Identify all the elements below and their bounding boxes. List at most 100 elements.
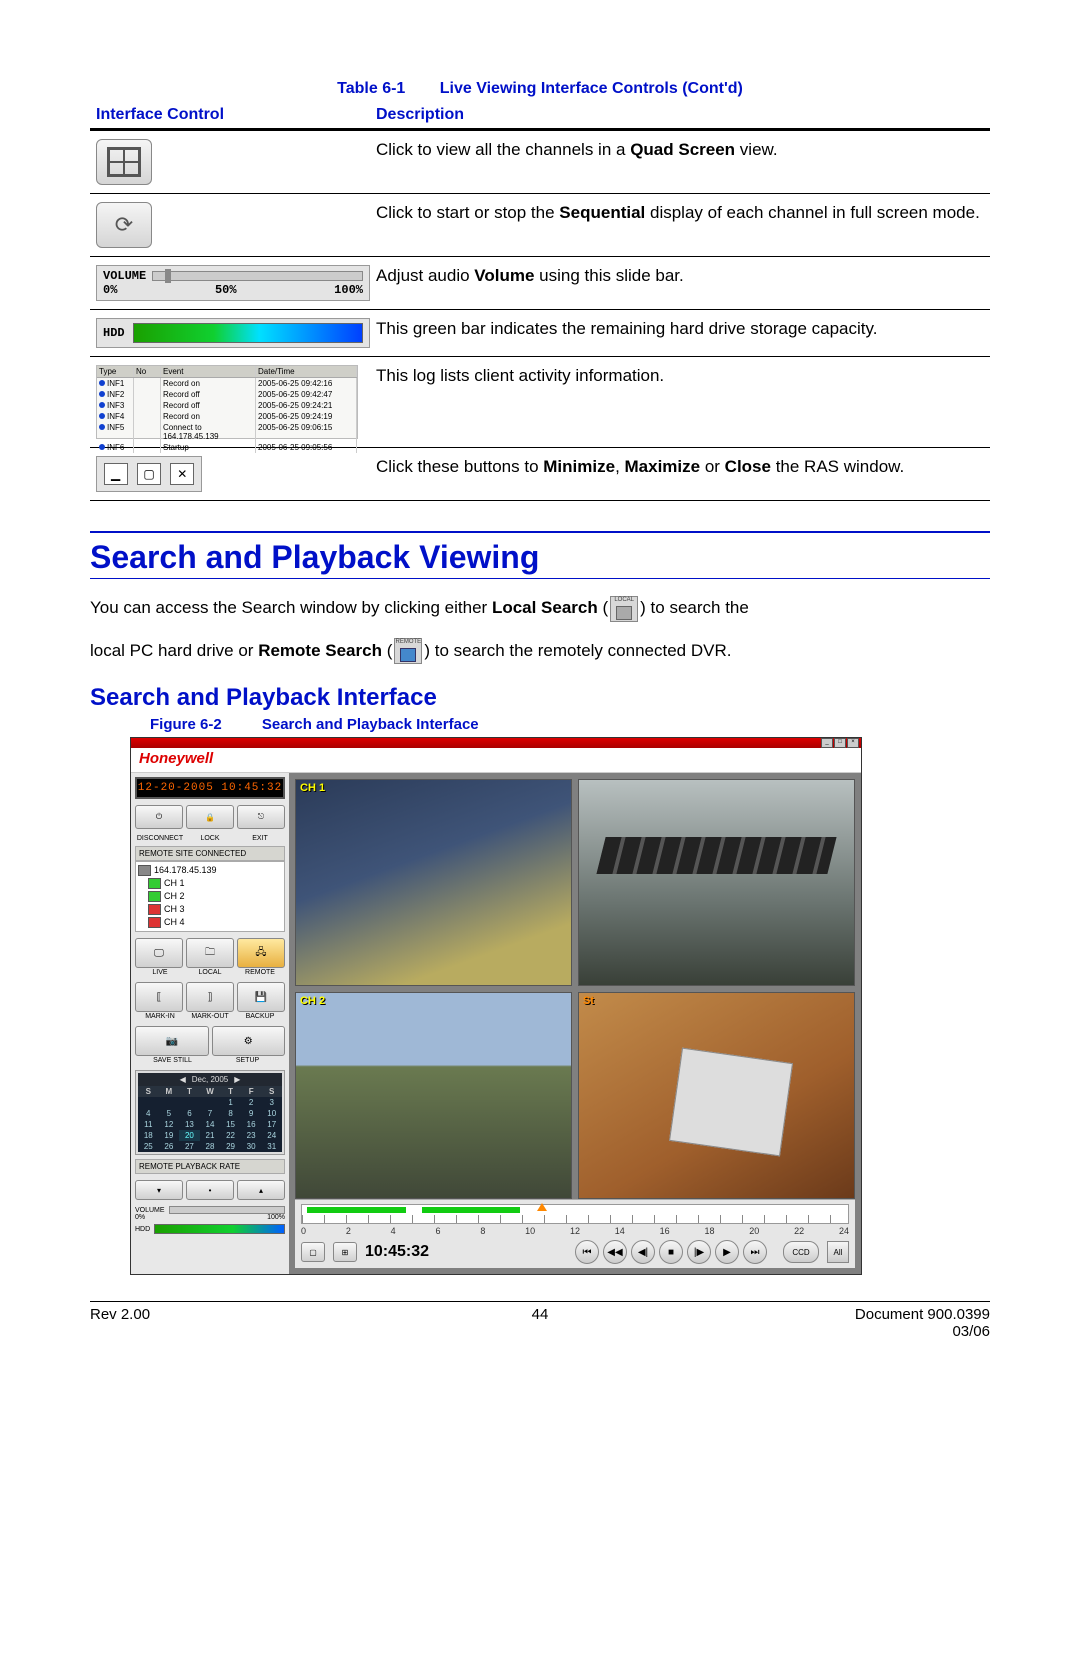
hdd-indicator: HDD: [96, 318, 370, 348]
rate-down-button[interactable]: ▾: [135, 1180, 183, 1200]
volume-slider[interactable]: VOLUME 0% 50% 100%: [96, 265, 370, 301]
hdd-bar: [133, 323, 363, 343]
table-caption-title: Live Viewing Interface Controls (Cont'd): [440, 80, 743, 97]
camera-ch2[interactable]: [578, 779, 855, 986]
backup-button[interactable]: 💾: [237, 982, 285, 1012]
tree-site[interactable]: 164.178.45.139: [138, 864, 282, 877]
close-icon: ✕: [177, 467, 187, 481]
controls-table: Click to view all the channels in a Quad…: [90, 128, 990, 501]
quad-screen-button[interactable]: [96, 139, 152, 185]
log-row: INF3Record off2005-06-25 09:24:21: [97, 400, 357, 411]
sidebar-volume[interactable]: VOLUME: [135, 1206, 285, 1214]
disconnect-button[interactable]: ⏻: [135, 805, 183, 829]
desc-window-buttons: Click these buttons to Minimize, Maximiz…: [370, 454, 990, 494]
calendar[interactable]: ◀ Dec, 2005 ▶ SMTWTFS 123 45678910 11121…: [135, 1070, 285, 1155]
cal-next-button[interactable]: ▶: [234, 1075, 240, 1084]
volume-track[interactable]: [152, 271, 363, 281]
camera-icon: [148, 904, 161, 915]
tree-ch1[interactable]: CH 1: [138, 877, 282, 890]
exit-button[interactable]: ⎋: [237, 805, 285, 829]
skip-back-button[interactable]: ⏮: [575, 1240, 599, 1264]
table-caption: Table 6-1 Live Viewing Interface Control…: [90, 80, 990, 98]
th-interface-control: Interface Control: [96, 106, 376, 124]
camera-ch1[interactable]: CH 1: [295, 779, 572, 986]
refresh-icon: ⟳: [115, 212, 133, 238]
site-tree[interactable]: 164.178.45.139 CH 1 CH 2 CH 3 CH 4: [135, 861, 285, 932]
save-still-button[interactable]: 📷: [135, 1026, 209, 1056]
volume-0: 0%: [103, 283, 117, 297]
live-mode-button[interactable]: 🖵: [135, 938, 183, 968]
close-button[interactable]: ✕: [170, 463, 194, 485]
maximize-button[interactable]: ▢: [137, 463, 161, 485]
app-maximize-button[interactable]: □: [834, 738, 846, 748]
all-button[interactable]: All: [827, 1241, 849, 1263]
sequential-button[interactable]: ⟳: [96, 202, 152, 248]
app-brandbar: Honeywell: [131, 748, 861, 773]
rate-up-button[interactable]: ▴: [237, 1180, 285, 1200]
camera-ch3[interactable]: CH 2: [295, 992, 572, 1199]
playback-bar: 024681012141618202224 ▢ ⊞ 10:45:32 ⏮ ◀◀ …: [295, 1199, 855, 1268]
gear-icon: ⚙: [244, 1036, 253, 1047]
volume-label: VOLUME: [103, 269, 146, 283]
footer-rev: Rev 2.00: [90, 1306, 390, 1323]
save-icon: 💾: [255, 992, 267, 1003]
page-footer: Rev 2.00 44 Document 900.0399: [90, 1306, 990, 1323]
mark-out-icon: ⟧: [208, 992, 213, 1003]
sidebar-hdd: HDD: [135, 1224, 285, 1234]
skip-fwd-button[interactable]: ⏭: [743, 1240, 767, 1264]
row-quad: Click to view all the channels in a Quad…: [90, 131, 990, 194]
rewind-button[interactable]: ◀◀: [603, 1240, 627, 1264]
lock-button[interactable]: 🔒: [186, 805, 234, 829]
network-icon: 🖧: [255, 945, 266, 962]
playback-app-window: _ □ × Honeywell 12-20-2005 10:45:32 ⏻ 🔒 …: [130, 737, 862, 1275]
datetime-display: 12-20-2005 10:45:32: [135, 777, 285, 799]
app-close-button[interactable]: ×: [847, 738, 859, 748]
local-mode-button[interactable]: 🗀: [186, 938, 234, 968]
mark-out-button[interactable]: ⟧: [186, 982, 234, 1012]
folder-icon: 🗀: [205, 945, 215, 962]
stop-button[interactable]: ■: [659, 1240, 683, 1264]
mark-in-button[interactable]: ⟦: [135, 982, 183, 1012]
heading-search-playback-viewing: Search and Playback Viewing: [90, 531, 990, 579]
tree-ch4[interactable]: CH 4: [138, 916, 282, 929]
timeline[interactable]: [301, 1204, 849, 1224]
intro-paragraph-2: local PC hard drive or Remote Search (RE…: [90, 638, 990, 665]
maximize-icon: ▢: [143, 467, 154, 481]
tree-ch3[interactable]: CH 3: [138, 903, 282, 916]
minimize-button[interactable]: ▁: [104, 463, 128, 485]
playback-rate-header: REMOTE PLAYBACK RATE: [135, 1159, 285, 1174]
desc-sequential: Click to start or stop the Sequential di…: [370, 200, 990, 250]
row-window-buttons: ▁ ▢ ✕ Click these buttons to Minimize, M…: [90, 448, 990, 500]
monitor-icon: 🖵: [154, 948, 164, 959]
camera-ch4[interactable]: St: [578, 992, 855, 1199]
log-row: INF4Record on2005-06-25 09:24:19: [97, 411, 357, 422]
log-row: INF6Startup2005-06-25 09:05:56: [97, 442, 357, 453]
app-minimize-button[interactable]: _: [821, 738, 833, 748]
local-search-icon[interactable]: LOCAL: [610, 596, 638, 622]
step-back-button[interactable]: ◀|: [631, 1240, 655, 1264]
remote-search-icon[interactable]: REMOTE: [394, 638, 422, 664]
activity-log[interactable]: Type No Event Date/Time INF1Record on200…: [96, 365, 358, 439]
camera-icon: [148, 917, 161, 928]
quad-view-button[interactable]: ⊞: [333, 1242, 357, 1262]
th-description: Description: [376, 106, 990, 124]
top-button-labels: DISCONNECTLOCKEXIT: [135, 835, 285, 842]
calendar-grid[interactable]: SMTWTFS 123 45678910 11121314151617 1819…: [138, 1086, 282, 1152]
desc-hdd: This green bar indicates the remaining h…: [370, 316, 990, 350]
timeline-cursor[interactable]: [537, 1203, 547, 1211]
remote-mode-button[interactable]: 🖧: [237, 938, 285, 968]
cal-prev-button[interactable]: ◀: [180, 1075, 186, 1084]
ccd-button[interactable]: CCD: [783, 1241, 819, 1263]
single-view-button[interactable]: ▢: [301, 1242, 325, 1262]
timeline-hours: 024681012141618202224: [301, 1226, 849, 1236]
tree-ch2[interactable]: CH 2: [138, 890, 282, 903]
footer-doc: Document 900.0399: [690, 1306, 990, 1323]
cal-month: Dec, 2005: [192, 1075, 228, 1084]
play-button[interactable]: ▶: [715, 1240, 739, 1264]
step-fwd-button[interactable]: |▶: [687, 1240, 711, 1264]
setup-button[interactable]: ⚙: [212, 1026, 286, 1056]
app-sidebar: 12-20-2005 10:45:32 ⏻ 🔒 ⎋ DISCONNECTLOCK…: [131, 773, 289, 1274]
row-hdd: HDD This green bar indicates the remaini…: [90, 310, 990, 357]
volume-thumb[interactable]: [165, 269, 171, 283]
rate-mid-button[interactable]: •: [186, 1180, 234, 1200]
